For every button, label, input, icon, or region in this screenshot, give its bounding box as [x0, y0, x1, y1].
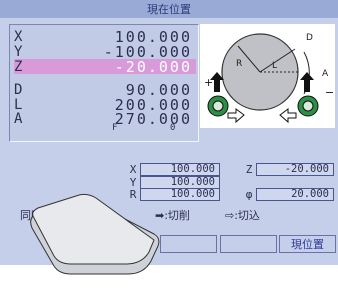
info-row-phi: φ 20.000 [242, 188, 334, 201]
softkey-current-position[interactable]: 現位置 [279, 235, 336, 253]
info-value-phi: 20.000 [256, 188, 334, 201]
arrow-small-right [279, 108, 297, 124]
label-d: D [306, 33, 313, 43]
label-r: R [236, 59, 242, 69]
feed-label: F [112, 123, 118, 133]
label-minus: − [325, 86, 334, 99]
info-value-z: -20.000 [256, 163, 334, 176]
info-label-z: Z [245, 163, 253, 176]
screen-title: 現在位置 [147, 3, 191, 16]
wheel-left [207, 95, 229, 117]
coord-axis-label: X [14, 28, 23, 45]
coord-axis-label: Z [14, 58, 23, 75]
coord-value: -20.000 [103, 57, 192, 76]
info-label-phi: φ [245, 188, 253, 201]
grinding-diagram: R L D A + − [200, 24, 335, 128]
label-a: A [322, 69, 329, 79]
coord-axis-label: A [14, 110, 23, 127]
coordinate-panel: X 100.000 Y -100.000 Z -20.000 D 90.000 … [9, 24, 199, 142]
coord-row-a: A 270.000 [14, 110, 196, 128]
info-row-x: X 100.000 [126, 163, 220, 176]
coord-axis-label: Y [14, 43, 23, 60]
arrow-up-right [300, 72, 314, 92]
title-bar: 現在位置 [0, 0, 338, 18]
softkey-blank-1[interactable] [160, 235, 217, 253]
pointing-device-overlay [26, 186, 161, 285]
softkey-current-position-label: 現位置 [291, 238, 324, 251]
mode-label-plunge: ⇨:切込 [225, 209, 260, 222]
arrow-small-left [227, 108, 245, 124]
wheel-right [297, 95, 319, 117]
label-l: L [272, 61, 277, 71]
softkey-blank-2[interactable] [220, 235, 277, 253]
diagram-svg: R L D A + − [204, 33, 334, 124]
coord-axis-label: D [14, 81, 23, 98]
info-label-x: X [129, 163, 137, 176]
feed-value: 0 [170, 123, 176, 133]
info-row-z: Z -20.000 [242, 163, 334, 176]
coord-row-z-highlighted: Z -20.000 [14, 57, 196, 76]
info-value-x: 100.000 [140, 163, 220, 176]
